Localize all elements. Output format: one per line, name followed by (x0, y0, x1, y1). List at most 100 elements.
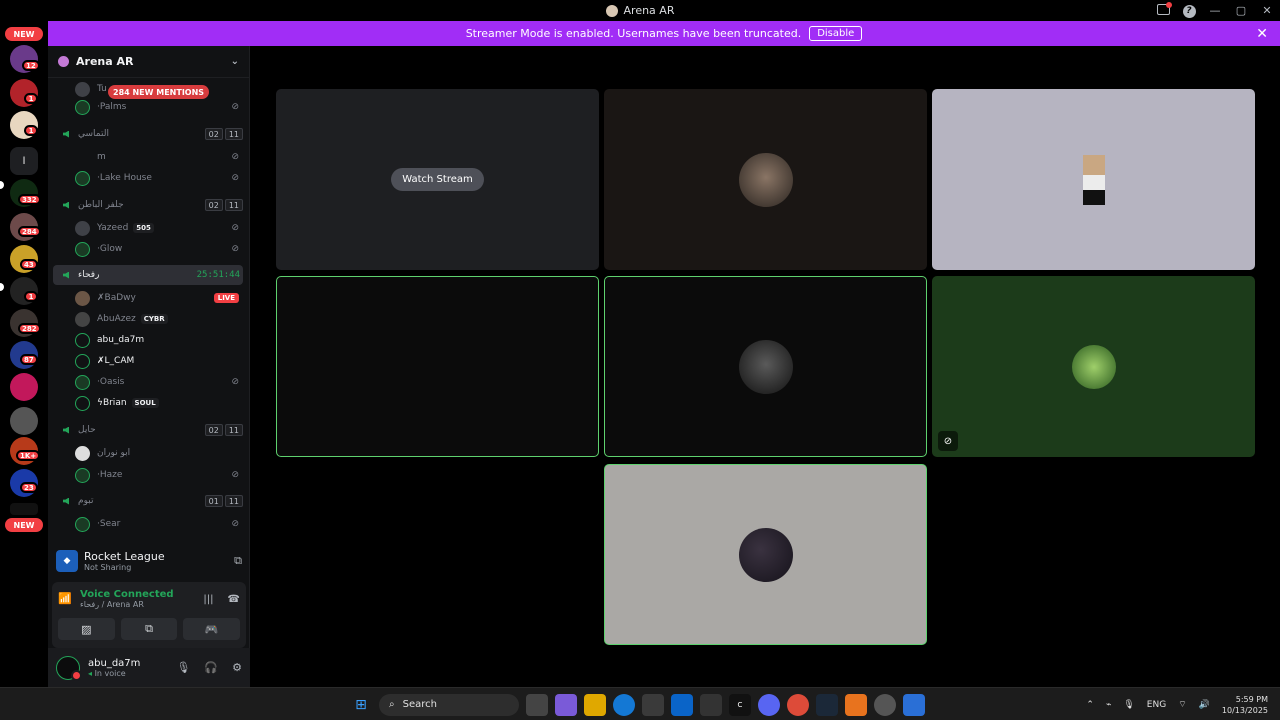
voice-channel[interactable]: التماسي 02 11 (53, 124, 243, 144)
avatar[interactable] (56, 655, 82, 681)
username: ابو نوران (97, 448, 131, 458)
minimize-button[interactable]: — (1202, 4, 1228, 17)
banner-text: Streamer Mode is enabled. Usernames have… (465, 27, 802, 40)
edge-icon[interactable] (613, 693, 635, 716)
screen-share-button[interactable]: ⧉ (120, 618, 178, 640)
store-icon[interactable] (642, 693, 664, 716)
participant-tile[interactable] (932, 89, 1255, 270)
task-view-icon[interactable] (526, 693, 548, 716)
language-indicator[interactable]: ENG (1147, 700, 1166, 710)
voice-status: 📶 Voice Connected رفحاء / Arena AR ||| ☎ (58, 587, 240, 611)
server-header[interactable]: Arena AR ⌄ (48, 46, 249, 78)
gear-icon[interactable]: ⚙ (232, 661, 242, 674)
voice-user[interactable]: m ⊘ (75, 147, 243, 167)
timer-minutes: 11 (224, 199, 243, 211)
voice-user[interactable]: Yazeed 505 ⊘ (75, 218, 243, 238)
speaker-icon (59, 495, 73, 507)
new-unread-pill[interactable]: NEW (5, 27, 43, 41)
voice-channel[interactable]: جلفر الباطن 02 11 (53, 195, 243, 215)
headphones-icon[interactable]: 🎧 (204, 661, 218, 674)
discord-icon[interactable] (758, 693, 780, 716)
camera-off-button[interactable]: ▨ (58, 618, 115, 640)
volume-icon[interactable]: 🔊 (1199, 700, 1210, 710)
voice-user[interactable]: ✗ BaDwy LIVE (75, 288, 243, 308)
voice-user[interactable]: · Palms ⊘ (75, 97, 243, 117)
voice-user[interactable]: · Haze ⊘ (75, 465, 243, 485)
voice-status-text[interactable]: Voice Connected (80, 589, 174, 600)
voice-user[interactable]: · Lake House ⊘ (75, 168, 243, 188)
clock[interactable]: 5:59 PM 10/13/2025 (1222, 694, 1268, 716)
voice-user[interactable]: · Oasis ⊘ (75, 372, 243, 392)
channel-timer: 25:51:44 (196, 270, 240, 280)
taskbar-search[interactable]: ⌕ Search (379, 693, 519, 716)
server-icon[interactable]: l (10, 147, 38, 175)
username: Yazeed (97, 223, 129, 233)
close-banner-icon[interactable]: ✕ (1256, 26, 1268, 42)
unity-icon[interactable] (700, 693, 722, 716)
close-window-button[interactable]: ✕ (1254, 4, 1280, 17)
participant-tile-speaking[interactable] (604, 276, 927, 457)
new-unread-pill[interactable]: NEW (5, 518, 43, 532)
voice-user[interactable]: · Glow ⊘ (75, 239, 243, 259)
server-icon[interactable] (10, 503, 38, 515)
server-badge: 23 (20, 482, 38, 493)
help-icon[interactable]: ? (1176, 3, 1202, 18)
rocket-league-icon: ◆ (56, 550, 78, 572)
maximize-button[interactable]: ▢ (1228, 4, 1254, 17)
participant-tile[interactable] (604, 89, 927, 270)
server-icon[interactable] (10, 373, 38, 401)
voice-channel[interactable]: حايل 02 11 (53, 420, 243, 440)
share-screen-icon[interactable]: ⧉ (234, 554, 242, 568)
participant-tile[interactable]: ⊘ (932, 276, 1255, 457)
wifi-icon[interactable]: ⌔ (1178, 699, 1186, 710)
stream-tile[interactable]: Watch Stream (276, 89, 599, 270)
server-icon[interactable] (10, 407, 38, 435)
activities-button[interactable]: 🎮 (183, 618, 241, 640)
file-explorer-icon[interactable] (584, 693, 606, 716)
voice-user[interactable]: ✗ L_CAM (75, 351, 243, 371)
app-icon[interactable] (874, 693, 896, 716)
chevron-up-icon[interactable]: ⌃ (1086, 700, 1094, 710)
chrome-icon[interactable] (787, 693, 809, 716)
watch-stream-button[interactable]: Watch Stream (391, 168, 484, 191)
screen-share-icon: ⧉ (145, 622, 153, 635)
windows-start-icon[interactable]: ⊞ (350, 694, 372, 716)
self-username[interactable]: abu_da7m (88, 658, 140, 669)
avatar (1082, 154, 1105, 205)
server-badge: 12 (22, 60, 40, 71)
voice-user[interactable]: ابو نوران (75, 443, 243, 463)
steam-icon[interactable] (816, 693, 838, 716)
disable-streamer-mode-button[interactable]: Disable (809, 26, 863, 41)
participant-tile-speaking[interactable] (604, 464, 927, 645)
vpn-icon[interactable] (903, 693, 925, 716)
avatar (75, 467, 90, 483)
voice-user[interactable]: · Sear ⊘ (75, 514, 243, 533)
microphone-icon[interactable]: 🎙 (176, 661, 190, 674)
voice-user[interactable]: AbuAzez CYBR (75, 309, 243, 329)
chevron-down-icon[interactable]: ⌄ (231, 56, 239, 67)
ctrl-app-icon[interactable]: C (729, 693, 751, 716)
channel-name: حايل (78, 425, 96, 435)
search-icon: ⌕ (389, 699, 395, 710)
server-badge: 332 (18, 194, 41, 205)
launcher-icon[interactable] (845, 693, 867, 716)
network-icon[interactable]: ⌁ (1106, 700, 1111, 710)
outlook-icon[interactable] (671, 693, 693, 716)
disconnect-icon[interactable]: ☎ (228, 594, 240, 605)
noise-suppression-icon[interactable]: ||| (203, 594, 213, 605)
voice-channel[interactable]: تبوم 01 11 (53, 491, 243, 511)
unread-pip (0, 181, 4, 189)
inbox-icon[interactable] (1150, 1, 1176, 18)
avatar (75, 395, 90, 411)
voice-channel-active[interactable]: رفحاء 25:51:44 (53, 265, 243, 285)
server-badge: 1 (24, 93, 38, 104)
voice-location[interactable]: رفحاء / Arena AR (80, 600, 174, 609)
participant-tile-speaking[interactable] (276, 276, 599, 457)
voice-user[interactable]: ϟ Brian SOUL (75, 393, 243, 413)
voice-user[interactable]: abu_da7m (75, 330, 243, 350)
signal-icon[interactable]: 📶 (58, 592, 72, 606)
copilot-icon[interactable] (555, 693, 577, 716)
new-mentions-pill[interactable]: 284 NEW MENTIONS (108, 85, 210, 99)
microphone-tray-icon[interactable]: 🎙 (1123, 700, 1134, 710)
avatar (1071, 344, 1116, 389)
